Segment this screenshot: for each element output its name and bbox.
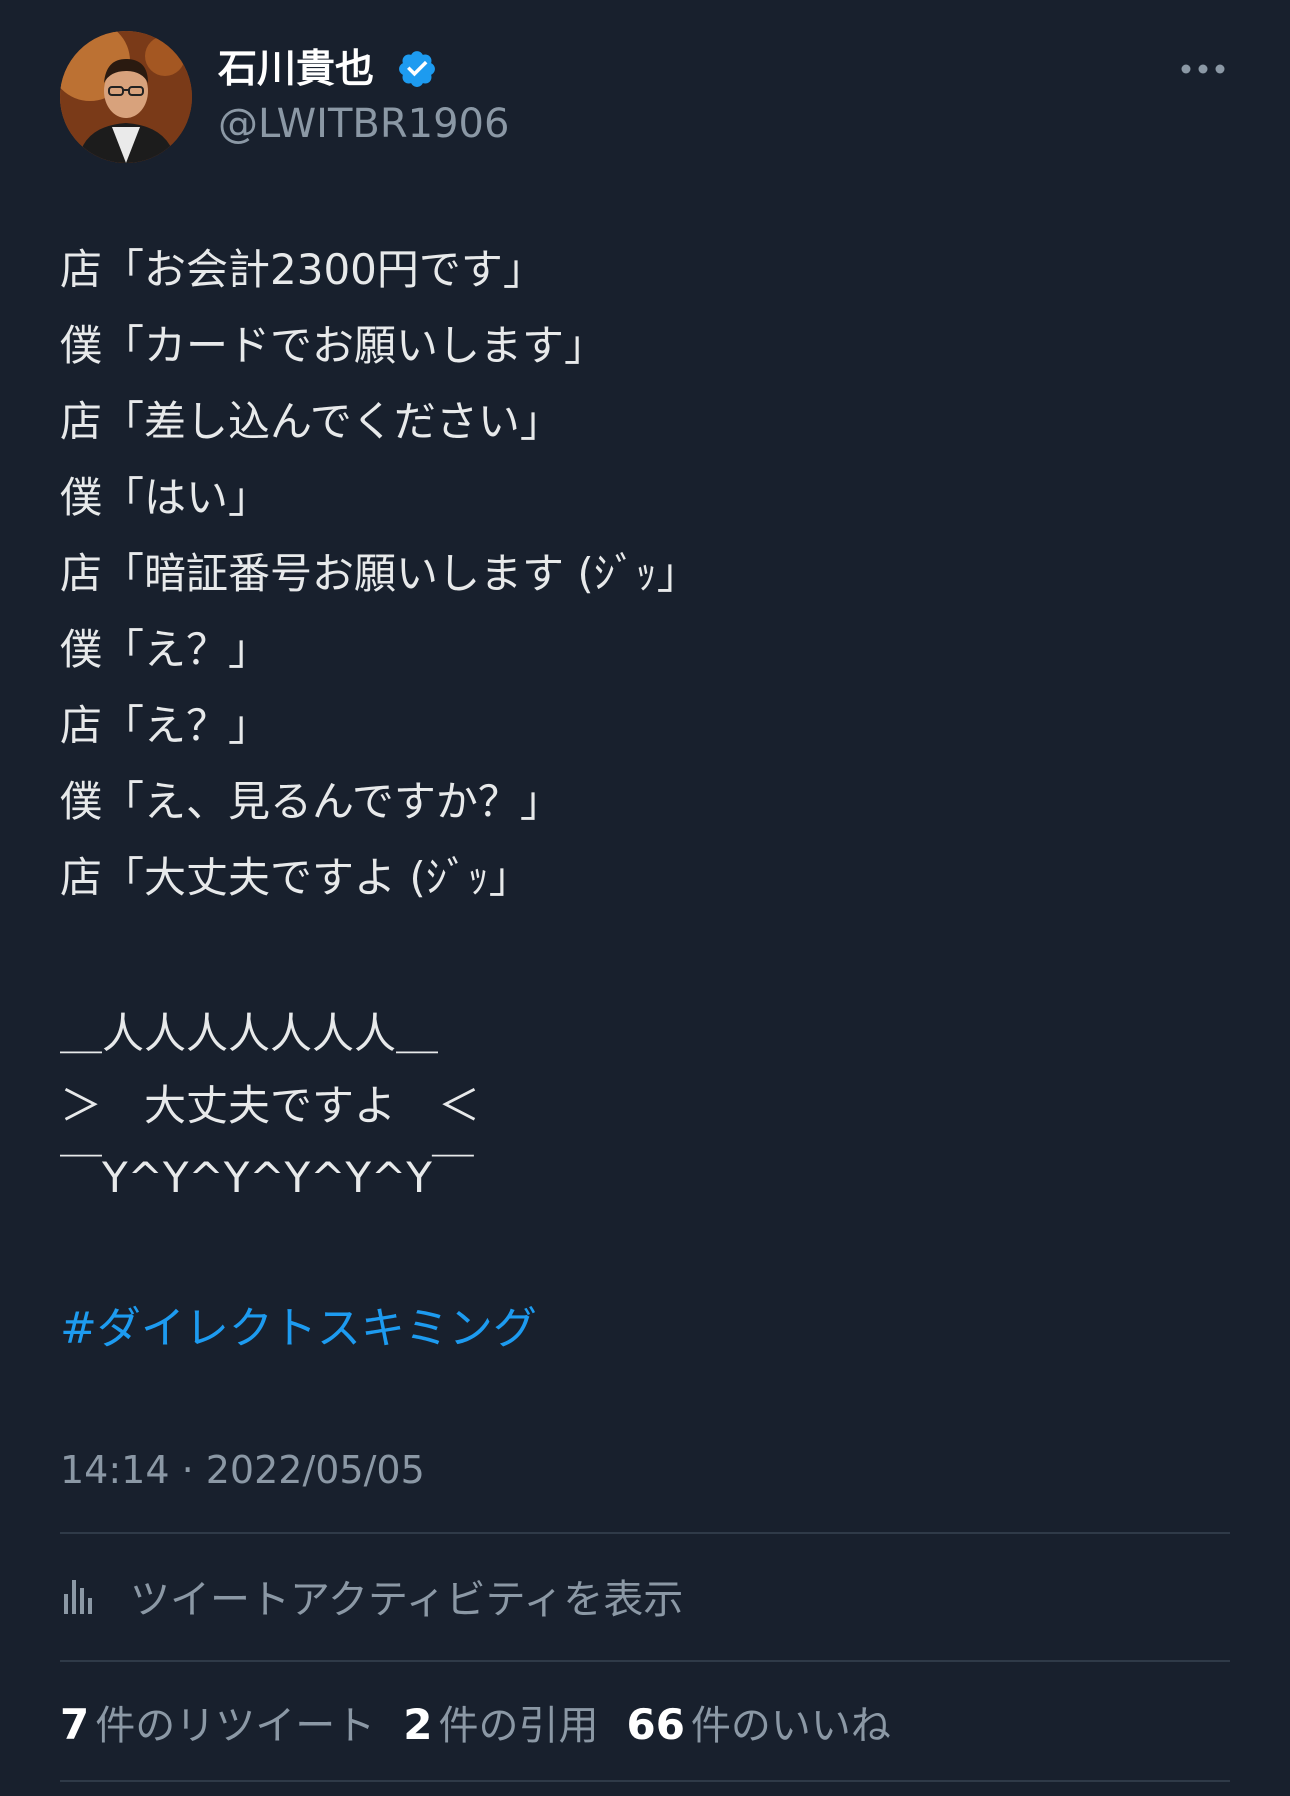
avatar[interactable] xyxy=(60,31,192,163)
tweet-line: 店「え？」 xyxy=(60,701,271,750)
tweet-line: 僕「え、見るんですか？」 xyxy=(60,777,562,826)
retweet-count: 7 xyxy=(60,1700,90,1749)
tweet-line: 店「暗証番号お願いします (ｼﾞｯ」 xyxy=(60,549,699,598)
divider xyxy=(60,1660,1230,1662)
ascii-art-line: ＿人人人人人人人＿ xyxy=(60,1009,439,1058)
ascii-art-line: ￣Y^Y^Y^Y^Y^Y￣ xyxy=(60,1153,474,1202)
divider xyxy=(60,1780,1230,1782)
quote-count: 2 xyxy=(403,1700,433,1749)
more-options-icon[interactable] xyxy=(1178,56,1228,82)
profile-photo xyxy=(60,31,192,163)
user-handle[interactable]: @LWITBR1906 xyxy=(218,96,509,152)
quotes-stat[interactable]: 2 件の引用 xyxy=(403,1693,598,1751)
tweet-line: 僕「え？」 xyxy=(60,625,271,674)
tweet-line: 店「大丈夫ですよ (ｼﾞｯ」 xyxy=(60,853,531,902)
display-name[interactable]: 石川貴也 xyxy=(218,42,374,98)
quote-label: 件の引用 xyxy=(438,1703,599,1749)
tweet-stats: 7 件のリツイート 2 件の引用 66 件のいいね xyxy=(60,1692,919,1752)
tweet-line: 店「差し込んでください」 xyxy=(60,397,562,446)
tweet-activity-label: ツイートアクティビティを表示 xyxy=(130,1577,684,1623)
retweet-label: 件のリツイート xyxy=(95,1703,376,1749)
tweet-text: 店「お会計2300円です」 僕「カードでお願いします」 店「差し込んでください」… xyxy=(60,232,1240,916)
tweet-timestamp[interactable]: 14:14 · 2022/05/05 xyxy=(60,1444,425,1496)
retweets-stat[interactable]: 7 件のリツイート xyxy=(60,1693,375,1751)
likes-stat[interactable]: 66 件のいいね xyxy=(626,1693,890,1751)
verified-badge-icon xyxy=(399,51,435,87)
like-label: 件のいいね xyxy=(690,1703,891,1749)
tweet-line: 僕「はい」 xyxy=(60,473,271,522)
hashtag-link[interactable]: #ダイレクトスキミング xyxy=(60,1298,537,1360)
ascii-art: ＿人人人人人人人＿ ＞ 大丈夫ですよ ＜ ￣Y^Y^Y^Y^Y^Y￣ xyxy=(60,998,480,1214)
tweet-activity-button[interactable]: ツイートアクティビティを表示 xyxy=(60,1566,683,1626)
divider xyxy=(60,1532,1230,1534)
tweet-line: 僕「カードでお願いします」 xyxy=(60,321,607,370)
like-count: 66 xyxy=(626,1700,685,1749)
tweet-line: 店「お会計2300円です」 xyxy=(60,245,545,294)
ascii-art-line: ＞ 大丈夫ですよ ＜ xyxy=(60,1081,481,1130)
analytics-bar-icon xyxy=(64,1580,92,1614)
